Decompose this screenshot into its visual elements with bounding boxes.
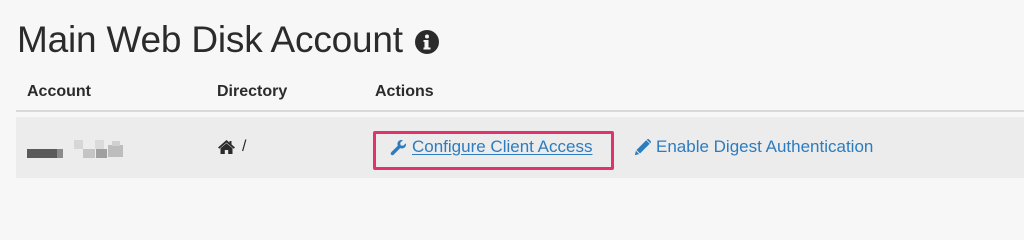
web-disk-panel: Main Web Disk Account Account Directory … [0,0,1024,221]
wrench-icon [390,139,407,156]
page-title: Main Web Disk Account [17,19,403,60]
table-header: Account Directory Actions [16,76,1024,112]
header-actions: Actions [375,83,434,100]
home-icon [217,139,236,155]
info-circle-icon[interactable] [414,29,440,55]
enable-digest-authentication-label: Enable Digest Authentication [656,137,874,156]
enable-digest-authentication-link[interactable]: Enable Digest Authentication [634,137,873,157]
directory-path: / [242,138,247,155]
configure-client-access-label: Configure Client Access [412,137,593,156]
table-row: / Configure Client Access Enable Digest … [16,117,1024,178]
title-row: Main Web Disk Account [17,18,440,62]
header-directory: Directory [217,83,288,100]
pencil-icon [634,138,651,156]
header-account: Account [27,83,91,100]
configure-client-access-link[interactable]: Configure Client Access [390,137,592,157]
directory-cell: / [217,138,246,156]
